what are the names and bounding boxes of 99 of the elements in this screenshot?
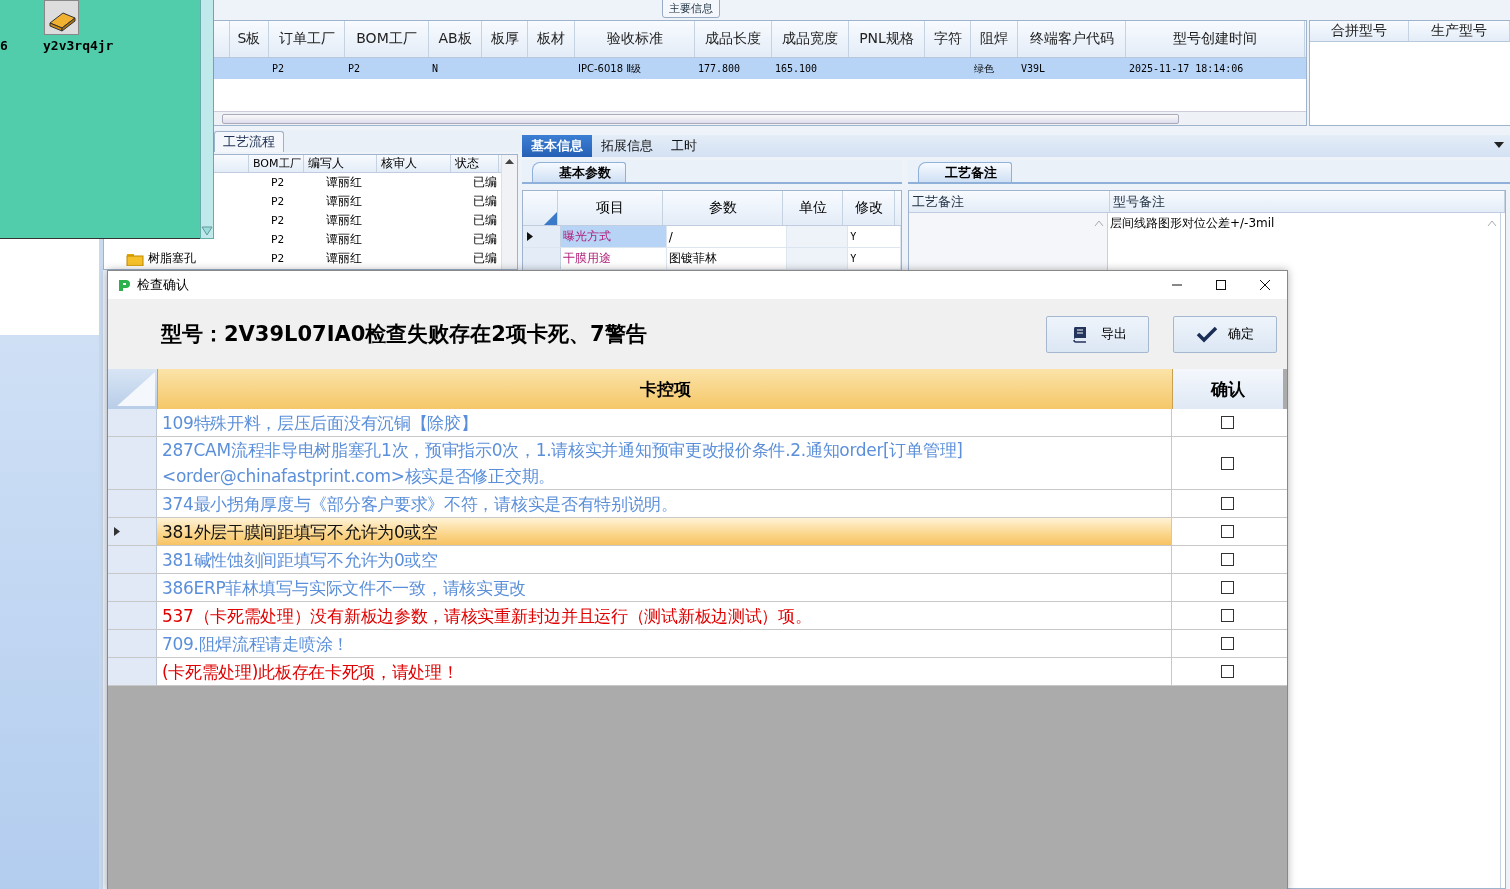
column-header[interactable]: 型号备注 bbox=[1110, 191, 1505, 213]
column-header[interactable]: 参数 bbox=[663, 191, 783, 225]
column-header[interactable]: 阻焊 bbox=[971, 21, 1018, 57]
checkmark-icon bbox=[1196, 324, 1218, 344]
table-cell-text: 已编 bbox=[472, 212, 498, 229]
column-header[interactable]: 编写人 bbox=[304, 155, 377, 172]
tab[interactable]: 拓展信息 bbox=[592, 135, 662, 157]
row-pointer-icon bbox=[114, 527, 120, 536]
table-cell-text: 谭丽红 bbox=[325, 174, 363, 191]
tab[interactable]: 基本信息 bbox=[522, 135, 592, 157]
checkbox[interactable] bbox=[1220, 581, 1234, 594]
group-label: 主要信息 bbox=[662, 0, 720, 18]
column-header[interactable]: 型号创建时间 bbox=[1126, 21, 1305, 57]
panel-tab[interactable]: 基本参数 bbox=[532, 162, 626, 182]
selected-row[interactable]: P2 P2 N IPC-6018 Ⅱ级 177.800 165.100 绿色 V39L 2025-11-17 18:14:06 bbox=[214, 58, 1306, 79]
remark-text: 层间线路图形对位公差+/-3mil bbox=[1110, 216, 1275, 231]
window-title: 检查确认 bbox=[137, 276, 189, 294]
column-header[interactable]: 字符 bbox=[925, 21, 971, 57]
column-header[interactable]: AB板 bbox=[429, 21, 482, 57]
column-header[interactable]: 订单工厂 bbox=[269, 21, 345, 57]
table-cell-text: N bbox=[431, 62, 440, 76]
close-icon[interactable] bbox=[1259, 279, 1271, 291]
table-cell-text: 已编 bbox=[472, 231, 498, 248]
panel-tab[interactable]: 工艺备注 bbox=[918, 162, 1012, 182]
corner-icon bbox=[544, 212, 557, 225]
column-header[interactable]: 核审人 bbox=[377, 155, 451, 172]
table-cell-text: V39L bbox=[1020, 62, 1047, 76]
table-cell[interactable]: 干膜用途 bbox=[560, 248, 667, 269]
checkbox[interactable] bbox=[1220, 609, 1234, 622]
checkbox[interactable] bbox=[1220, 553, 1234, 566]
app-logo-icon bbox=[116, 277, 132, 293]
column-header[interactable]: 板厚 bbox=[482, 21, 528, 57]
table-cell[interactable]: 曝光方式 bbox=[560, 226, 667, 247]
column-header[interactable]: 成品长度 bbox=[695, 21, 772, 57]
confirm-button[interactable]: 确定 bbox=[1173, 315, 1277, 353]
row-header bbox=[108, 602, 157, 629]
column-header[interactable]: PNL规格 bbox=[849, 21, 925, 57]
table-cell-text: 已编 bbox=[472, 174, 498, 191]
table-cell-text: 谭丽红 bbox=[325, 250, 363, 267]
column-header[interactable]: 卡控项 bbox=[158, 369, 1173, 409]
export-button[interactable]: 导出 bbox=[1046, 315, 1149, 353]
column-header[interactable]: 板材 bbox=[528, 21, 575, 57]
tree-item[interactable]: 树脂塞孔 bbox=[148, 250, 196, 267]
table-cell-text: P2 bbox=[270, 214, 286, 227]
column-header[interactable]: 成品宽度 bbox=[772, 21, 849, 57]
column-header[interactable]: 修改 bbox=[843, 191, 895, 225]
table-cell: Y bbox=[848, 248, 901, 269]
table-cell-text: 165.100 bbox=[774, 62, 819, 76]
column-header[interactable]: 工艺备注 bbox=[909, 191, 1110, 213]
column-header[interactable]: 单位 bbox=[783, 191, 843, 225]
column-header[interactable]: 生产型号 bbox=[1409, 21, 1510, 41]
table-cell-text: 已编 bbox=[472, 250, 498, 267]
row-header bbox=[108, 574, 157, 601]
checkbox[interactable] bbox=[1220, 637, 1234, 650]
column-header[interactable]: BOM工厂 bbox=[345, 21, 429, 57]
checkbox[interactable] bbox=[1220, 456, 1234, 470]
table-cell-text: P2 bbox=[270, 233, 286, 246]
column-header[interactable]: 终端客户代码 bbox=[1018, 21, 1126, 57]
selected-row[interactable]: 381外层干膜间距填写不允许为0或空 bbox=[157, 518, 1172, 545]
column-header[interactable]: 验收标准 bbox=[575, 21, 695, 57]
row-header bbox=[108, 630, 157, 657]
table-cell-text: 已编 bbox=[472, 193, 498, 210]
desktop-label[interactable]: 6 bbox=[0, 38, 8, 53]
column-header[interactable]: 状态 bbox=[451, 155, 499, 172]
table-cell-text: P2 bbox=[270, 195, 286, 208]
table-cell-text: 2025-11-17 18:14:06 bbox=[1128, 62, 1245, 76]
checkbox[interactable] bbox=[1220, 665, 1234, 678]
row-header bbox=[108, 658, 157, 685]
panel-tab[interactable]: 工艺流程 bbox=[214, 131, 284, 152]
folder-icon bbox=[126, 251, 144, 266]
checkbox[interactable] bbox=[1220, 525, 1234, 538]
table-cell-text: 177.800 bbox=[697, 62, 742, 76]
checkbox[interactable] bbox=[1220, 416, 1234, 429]
table-cell-text: IPC-6018 Ⅱ级 bbox=[577, 61, 643, 76]
table-cell-text: P2 bbox=[270, 176, 286, 189]
desktop-label[interactable]: y2v3rq4jr bbox=[43, 38, 114, 53]
table-cell-text: P2 bbox=[347, 62, 362, 76]
column-header[interactable]: S板 bbox=[230, 21, 269, 57]
checkbox[interactable] bbox=[1220, 497, 1234, 510]
corner-icon bbox=[117, 372, 157, 406]
dialog-heading: 型号：2V39L07IA0检查失败存在2项卡死、7警告 bbox=[161, 321, 648, 348]
table-cell-text: P2 bbox=[271, 62, 286, 76]
column-header[interactable]: 合拼型号 bbox=[1310, 21, 1409, 41]
table-cell-text: 谭丽红 bbox=[325, 193, 363, 210]
book-stack-icon[interactable] bbox=[44, 0, 79, 35]
maximize-icon[interactable] bbox=[1215, 279, 1227, 291]
table-cell-text: 谭丽红 bbox=[325, 212, 363, 229]
table-cell-text: 谭丽红 bbox=[325, 231, 363, 248]
column-header[interactable]: 确认 bbox=[1173, 369, 1283, 409]
table-cell: Y bbox=[848, 226, 901, 247]
row-pointer-icon bbox=[527, 232, 533, 241]
column-header[interactable]: 项目 bbox=[558, 191, 663, 225]
dropdown-icon[interactable] bbox=[1494, 142, 1504, 149]
tab[interactable]: 工时 bbox=[662, 135, 706, 157]
table-cell-text: P2 bbox=[270, 252, 286, 265]
horizontal-scrollbar[interactable] bbox=[214, 111, 1306, 125]
vertical-scrollbar[interactable] bbox=[200, 0, 214, 239]
column-header[interactable]: BOM工厂 bbox=[249, 155, 304, 172]
table-cell-text: 绿色 bbox=[973, 61, 995, 76]
